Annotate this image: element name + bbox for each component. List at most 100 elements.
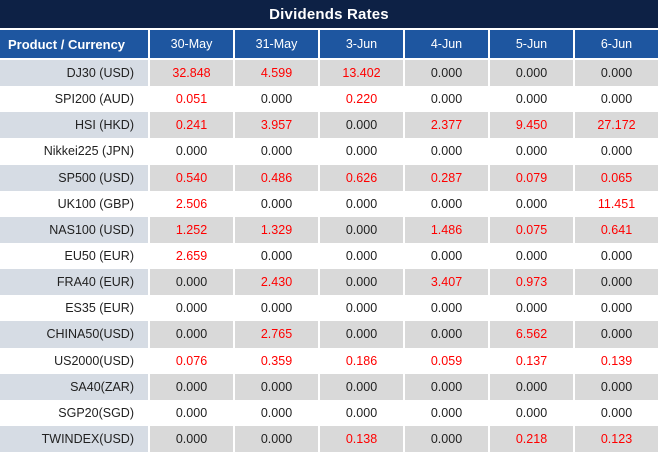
value-cell: 0.000 <box>148 373 233 400</box>
value-cell: 0.000 <box>318 399 403 426</box>
value-cell: 0.051 <box>148 86 233 113</box>
table-row: DJ30 (USD) 32.848 4.599 13.402 0.000 0.000 0.0… <box>0 60 658 87</box>
product-cell: ES35 (EUR) <box>0 295 148 322</box>
value-cell: 0.000 <box>148 269 233 296</box>
dividends-rates-table: Dividends Rates Product / Currency 30-Ma… <box>0 0 658 452</box>
value-cell: 0.000 <box>403 60 488 87</box>
product-cell: SP500 (USD) <box>0 164 148 191</box>
value-cell: 0.000 <box>573 138 658 165</box>
value-cell: 0.000 <box>318 190 403 217</box>
table-body: DJ30 (USD) 32.848 4.599 13.402 0.000 0.000 0.0… <box>0 60 658 452</box>
value-cell: 0.000 <box>573 242 658 270</box>
value-cell: 11.451 <box>573 190 658 217</box>
column-header-date-6: 6-Jun <box>573 30 658 58</box>
value-cell: 0.000 <box>488 373 573 400</box>
value-cell: 2.765 <box>233 321 318 348</box>
product-cell: FRA40 (EUR) <box>0 269 148 296</box>
value-cell: 0.000 <box>488 60 573 87</box>
value-cell: 0.000 <box>148 295 233 322</box>
table-row: TWINDEX(USD) 0.000 0.000 0.138 0.000 0.218 0.1… <box>0 425 658 452</box>
value-cell: 0.000 <box>573 86 658 113</box>
value-cell: 0.139 <box>573 347 658 374</box>
value-cell: 0.000 <box>318 112 403 139</box>
value-cell: 2.430 <box>233 269 318 296</box>
value-cell: 4.599 <box>233 60 318 87</box>
product-cell: NAS100 (USD) <box>0 216 148 243</box>
value-cell: 0.000 <box>233 242 318 270</box>
value-cell: 0.000 <box>403 399 488 426</box>
table-row: SGP20(SGD) 0.000 0.000 0.000 0.000 0.000 0.000 <box>0 399 658 426</box>
value-cell: 0.287 <box>403 164 488 191</box>
value-cell: 0.000 <box>233 373 318 400</box>
value-cell: 2.659 <box>148 242 233 270</box>
value-cell: 0.218 <box>488 425 573 452</box>
column-header-date-5: 5-Jun <box>488 30 573 58</box>
value-cell: 32.848 <box>148 60 233 87</box>
value-cell: 0.000 <box>148 399 233 426</box>
value-cell: 27.172 <box>573 112 658 139</box>
product-cell: UK100 (GBP) <box>0 190 148 217</box>
table-row: SPI200 (AUD) 0.051 0.000 0.220 0.000 0.000 0.0… <box>0 86 658 113</box>
value-cell: 0.000 <box>318 295 403 322</box>
value-cell: 0.641 <box>573 216 658 243</box>
column-header-date-1: 30-May <box>148 30 233 58</box>
value-cell: 0.000 <box>488 190 573 217</box>
value-cell: 0.000 <box>318 242 403 270</box>
value-cell: 6.562 <box>488 321 573 348</box>
value-cell: 0.000 <box>403 295 488 322</box>
value-cell: 0.000 <box>318 321 403 348</box>
table-row: SP500 (USD) 0.540 0.486 0.626 0.287 0.079 0.06… <box>0 164 658 191</box>
value-cell: 0.000 <box>573 295 658 322</box>
value-cell: 0.000 <box>573 321 658 348</box>
table-row: EU50 (EUR) 2.659 0.000 0.000 0.000 0.000 0.000 <box>0 242 658 270</box>
value-cell: 0.000 <box>148 321 233 348</box>
column-header-date-2: 31-May <box>233 30 318 58</box>
product-cell: SPI200 (AUD) <box>0 86 148 113</box>
value-cell: 0.000 <box>148 425 233 452</box>
value-cell: 0.000 <box>488 399 573 426</box>
value-cell: 9.450 <box>488 112 573 139</box>
table-row: ES35 (EUR) 0.000 0.000 0.000 0.000 0.000 0.000 <box>0 295 658 322</box>
column-header-row: Product / Currency 30-May 31-May 3-Jun 4… <box>0 30 658 60</box>
value-cell: 0.000 <box>233 295 318 322</box>
value-cell: 0.000 <box>233 86 318 113</box>
value-cell: 0.000 <box>233 399 318 426</box>
value-cell: 0.000 <box>403 242 488 270</box>
value-cell: 0.065 <box>573 164 658 191</box>
value-cell: 0.000 <box>573 373 658 400</box>
value-cell: 0.138 <box>318 425 403 452</box>
value-cell: 0.075 <box>488 216 573 243</box>
value-cell: 0.186 <box>318 347 403 374</box>
value-cell: 0.000 <box>403 138 488 165</box>
product-cell: CHINA50(USD) <box>0 321 148 348</box>
value-cell: 0.241 <box>148 112 233 139</box>
column-header-date-3: 3-Jun <box>318 30 403 58</box>
value-cell: 0.000 <box>403 190 488 217</box>
value-cell: 1.252 <box>148 216 233 243</box>
table-row: UK100 (GBP) 2.506 0.000 0.000 0.000 0.000 11.4… <box>0 190 658 217</box>
value-cell: 0.359 <box>233 347 318 374</box>
value-cell: 0.079 <box>488 164 573 191</box>
product-cell: SA40(ZAR) <box>0 373 148 400</box>
value-cell: 0.000 <box>573 269 658 296</box>
value-cell: 0.000 <box>488 295 573 322</box>
value-cell: 0.137 <box>488 347 573 374</box>
value-cell: 0.000 <box>488 86 573 113</box>
product-cell: HSI (HKD) <box>0 112 148 139</box>
value-cell: 0.000 <box>488 138 573 165</box>
product-cell: EU50 (EUR) <box>0 242 148 270</box>
value-cell: 0.000 <box>233 425 318 452</box>
table-title: Dividends Rates <box>0 0 658 30</box>
value-cell: 0.000 <box>318 216 403 243</box>
value-cell: 0.000 <box>148 138 233 165</box>
value-cell: 0.123 <box>573 425 658 452</box>
value-cell: 0.626 <box>318 164 403 191</box>
product-cell: Nikkei225 (JPN) <box>0 138 148 165</box>
value-cell: 0.000 <box>233 190 318 217</box>
value-cell: 0.000 <box>403 86 488 113</box>
column-header-product-currency: Product / Currency <box>8 36 126 52</box>
table-row: SA40(ZAR) 0.000 0.000 0.000 0.000 0.000 0.000 <box>0 373 658 400</box>
value-cell: 2.506 <box>148 190 233 217</box>
value-cell: 3.957 <box>233 112 318 139</box>
table-row: Nikkei225 (JPN) 0.000 0.000 0.000 0.000 0.000… <box>0 138 658 165</box>
